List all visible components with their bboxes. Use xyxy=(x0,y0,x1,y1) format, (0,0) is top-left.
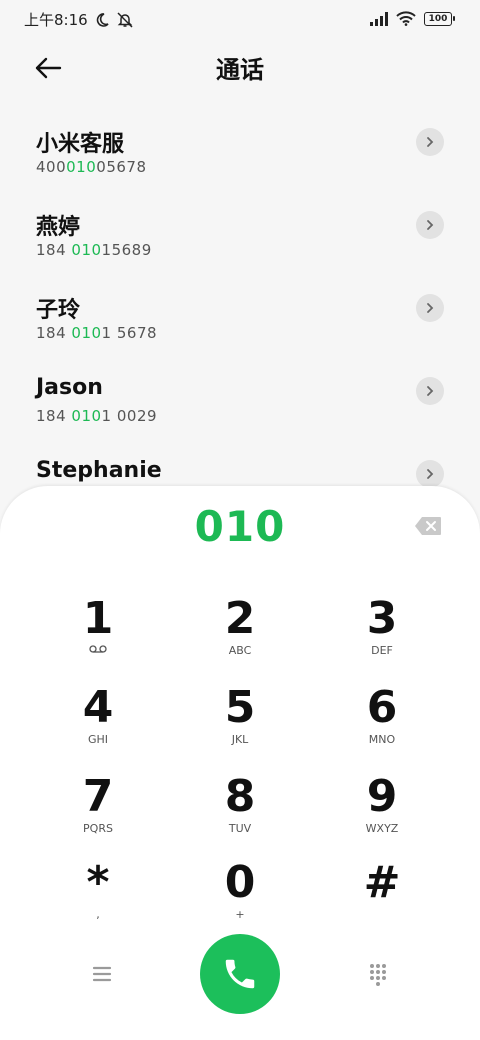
key-letters: , xyxy=(96,908,100,921)
page-title: 通话 xyxy=(216,56,264,84)
key-letters: DEF xyxy=(371,644,393,657)
key-letters xyxy=(322,908,442,922)
key-0[interactable]: 0 + xyxy=(180,860,300,922)
key-digit: 5 xyxy=(224,682,256,733)
key-digit: 1 xyxy=(82,593,114,644)
chevron-right-icon[interactable] xyxy=(416,128,444,156)
key-digit: 7 xyxy=(82,771,114,822)
key-8[interactable]: 8 TUV xyxy=(180,774,300,836)
key-letters: + xyxy=(235,908,245,921)
contact-name: 子玲 xyxy=(36,298,81,323)
contact-list: 小米客服 40001005678 燕婷 184 01015689 子玲 184 … xyxy=(0,118,480,533)
key-digit: 0 xyxy=(224,857,256,908)
key-2[interactable]: 2 ABC xyxy=(180,596,300,658)
contact-row[interactable]: Jason 184 0101 0029 xyxy=(0,367,480,450)
status-left: 上午8:16 xyxy=(24,9,134,30)
key-digit: 6 xyxy=(366,682,398,733)
key-digit: # xyxy=(363,857,401,908)
phone-icon xyxy=(225,959,255,989)
signal-icon xyxy=(370,11,388,26)
call-button[interactable] xyxy=(200,934,280,1014)
key-9[interactable]: 9 WXYZ xyxy=(322,774,442,836)
moon-icon xyxy=(96,12,109,27)
key-letters: MNO xyxy=(368,733,396,746)
muted-bell-icon xyxy=(117,11,133,28)
contact-name: Stephanie xyxy=(36,458,162,483)
contact-number: 184 0101 5678 xyxy=(36,324,158,342)
key-7[interactable]: 7 PQRS xyxy=(38,774,158,836)
wifi-icon xyxy=(396,11,416,26)
voicemail-icon xyxy=(38,644,158,658)
status-bar: 上午8:16 100 xyxy=(0,0,480,40)
status-right: 100 xyxy=(370,11,455,26)
key-digit: 8 xyxy=(224,771,256,822)
key-digit: 2 xyxy=(224,593,256,644)
contact-number: 184 01015689 xyxy=(36,241,152,259)
key-letters: PQRS xyxy=(83,822,113,835)
key-4[interactable]: 4 GHI xyxy=(38,685,158,747)
keypad-icon[interactable] xyxy=(364,960,392,988)
contact-row[interactable]: 燕婷 184 01015689 xyxy=(0,201,480,284)
contact-number: 184 0101 0029 xyxy=(36,407,158,425)
contact-name: Jason xyxy=(36,375,103,400)
key-digit: 3 xyxy=(366,593,398,644)
key-letters: ABC xyxy=(228,644,252,657)
menu-icon[interactable] xyxy=(88,960,116,988)
dialpad-sheet: 010 1 2 ABC 3 DEF 4 GHI 5 JKL 6 MNO 7 PQ… xyxy=(0,486,480,1040)
key-letters: TUV xyxy=(228,822,252,835)
key-letters: WXYZ xyxy=(365,822,399,835)
contact-row[interactable]: 子玲 184 0101 5678 xyxy=(0,284,480,367)
key-hash[interactable]: # xyxy=(322,860,442,922)
contact-name: 小米客服 xyxy=(36,132,125,157)
key-letters: JKL xyxy=(231,733,249,746)
key-star[interactable]: * , xyxy=(38,860,158,922)
chevron-right-icon[interactable] xyxy=(416,377,444,405)
status-time: 上午8:16 xyxy=(24,11,88,29)
backspace-icon[interactable] xyxy=(414,516,442,536)
battery-icon: 100 xyxy=(424,11,455,26)
key-digit: * xyxy=(86,857,110,908)
key-digit: 4 xyxy=(82,682,114,733)
contact-name: 燕婷 xyxy=(36,215,81,240)
key-digit: 9 xyxy=(366,771,398,822)
chevron-right-icon[interactable] xyxy=(416,294,444,322)
entered-number[interactable]: 010 xyxy=(0,502,480,551)
chevron-right-icon[interactable] xyxy=(416,460,444,488)
key-letters: GHI xyxy=(87,733,109,746)
contact-number: 40001005678 xyxy=(36,158,147,176)
chevron-right-icon[interactable] xyxy=(416,211,444,239)
key-1[interactable]: 1 xyxy=(38,596,158,658)
key-6[interactable]: 6 MNO xyxy=(322,685,442,747)
key-5[interactable]: 5 JKL xyxy=(180,685,300,747)
contact-row[interactable]: 小米客服 40001005678 xyxy=(0,118,480,201)
key-3[interactable]: 3 DEF xyxy=(322,596,442,658)
